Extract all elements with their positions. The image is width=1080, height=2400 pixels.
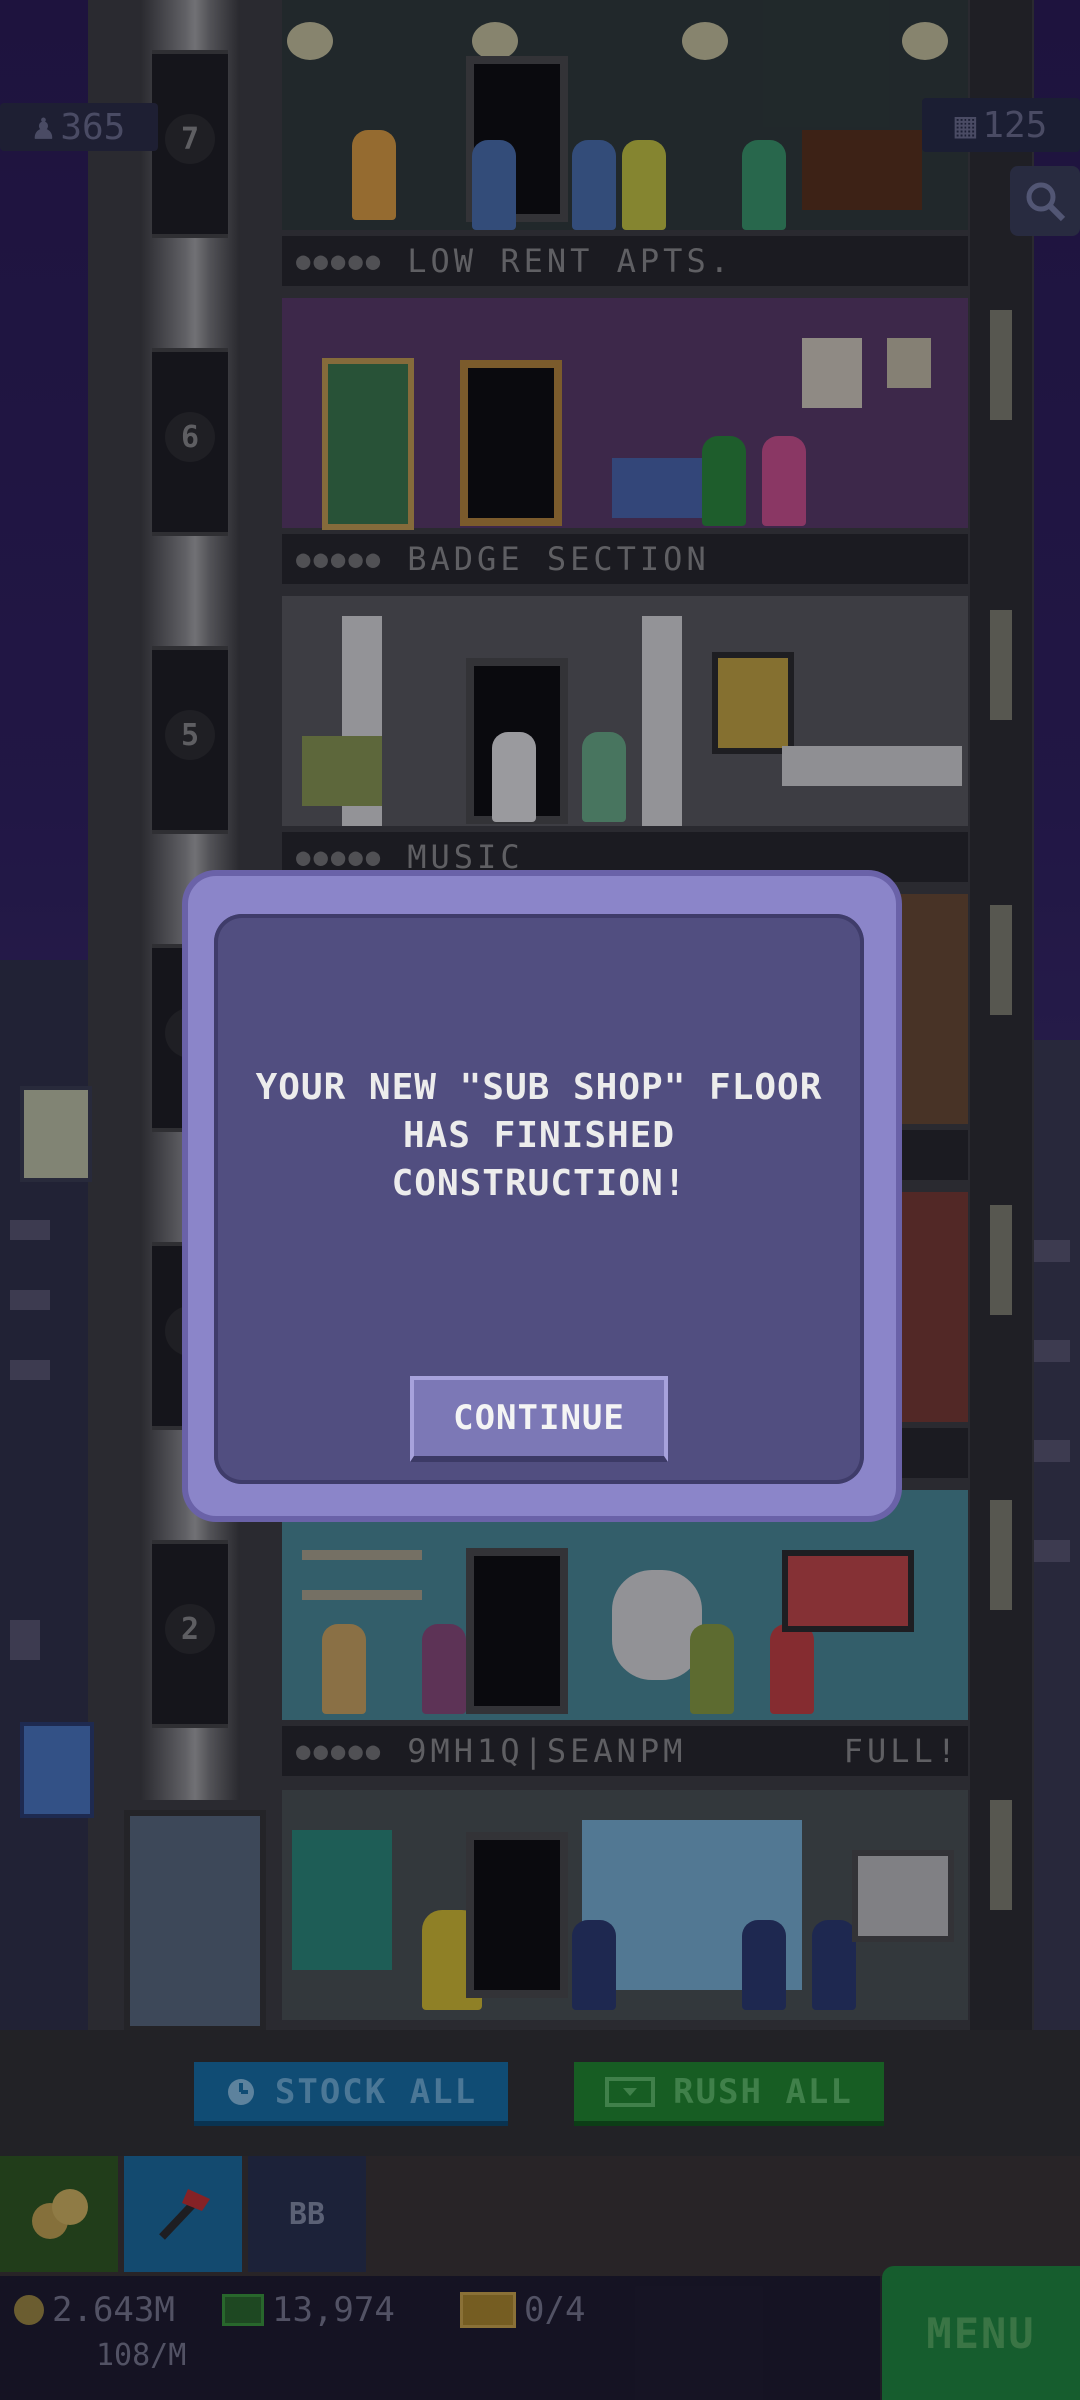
dialog-message: YOUR NEW "SUB SHOP" FLOOR HAS FINISHED C… bbox=[255, 1067, 823, 1204]
construction-complete-dialog: YOUR NEW "SUB SHOP" FLOOR HAS FINISHED C… bbox=[188, 876, 896, 1516]
continue-button[interactable]: CONTINUE bbox=[410, 1376, 668, 1462]
dialog-panel: YOUR NEW "SUB SHOP" FLOOR HAS FINISHED C… bbox=[214, 914, 864, 1484]
